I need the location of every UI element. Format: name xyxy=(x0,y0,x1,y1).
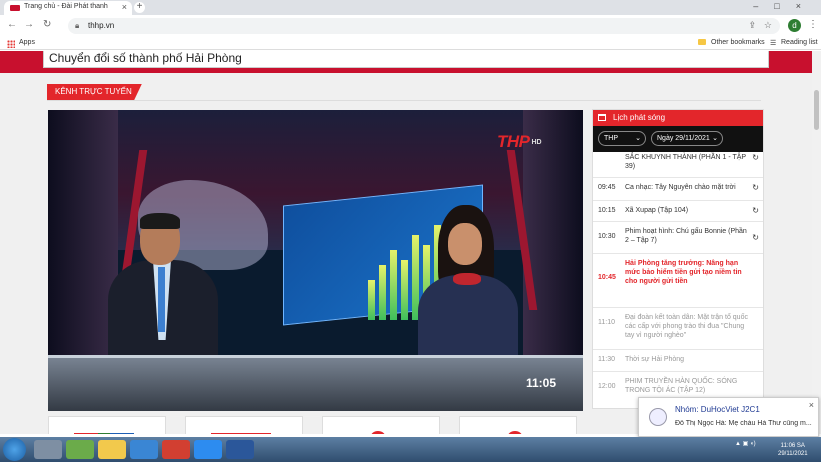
chat-notification[interactable]: Nhóm: DuHocViet J2C1 Đỗ Thị Ngọc Hà: Mẹ … xyxy=(638,397,819,437)
other-bookmarks[interactable]: Other bookmarks xyxy=(711,39,765,46)
reading-list[interactable]: Reading list xyxy=(781,39,818,46)
system-tray[interactable]: ▲ ▣ ◖) xyxy=(735,440,756,447)
header-text[interactable]: Chuyển đổi số thành phố Hải Phòng xyxy=(49,51,242,65)
internet-explorer-icon[interactable] xyxy=(130,440,158,459)
browser-tab[interactable]: Trang chủ - Đài Phát thanh × xyxy=(4,1,132,15)
broadcast-schedule: Lịch phát sóng THP ⌄ Ngày 29/11/2021 ⌄ S… xyxy=(592,109,764,409)
channel-select-value: THP xyxy=(604,135,618,142)
start-button[interactable] xyxy=(3,438,26,461)
word-icon[interactable] xyxy=(226,440,254,459)
file-explorer-icon[interactable] xyxy=(98,440,126,459)
channel-select[interactable]: THP ⌄ xyxy=(598,131,646,146)
schedule-row[interactable]: 10:45 Hải Phòng tăng trưởng: Nâng hạn mức… xyxy=(593,254,763,308)
schedule-row[interactable]: SẮC KHUYNH THÀNH (PHẦN 1 - TẬP 39) ↻ xyxy=(593,152,763,178)
schedule-row[interactable]: 10:15 Xã Xupap (Tập 104) ↻ xyxy=(593,201,763,222)
system-clock[interactable]: 11:06 SA 29/11/2021 xyxy=(778,442,808,458)
date-select-value: Ngày 29/11/2021 xyxy=(657,135,710,142)
channel-logo: THP HD xyxy=(497,132,542,152)
replay-icon[interactable]: ↻ xyxy=(752,233,759,242)
browser-toolbar: ← → ↻ 🔒︎ thhp.vn ⇪ ☆ d ⋮ xyxy=(0,15,821,37)
group-avatar xyxy=(649,408,667,426)
studio-desk-edge xyxy=(48,355,583,358)
chevron-down-icon: ⌄ xyxy=(635,135,641,142)
scrollbar-thumb[interactable] xyxy=(814,90,819,130)
site-favicon-icon xyxy=(10,5,20,11)
channel-thumbnail[interactable] xyxy=(459,416,577,434)
forward-icon[interactable]: → xyxy=(24,19,34,30)
bookmarks-bar: Apps Other bookmarks ☰ Reading list xyxy=(0,37,821,50)
schedule-title: Lịch phát sóng xyxy=(613,113,666,122)
schedule-row[interactable]: 11:10 Đại đoàn kết toàn dân: Mặt trận tổ … xyxy=(593,308,763,350)
schedule-time: 10:30 xyxy=(598,233,616,240)
host-figure xyxy=(418,205,518,365)
chrome-icon[interactable] xyxy=(162,440,190,459)
section-title: KÊNH TRỰC TUYẾN xyxy=(47,84,142,100)
folder-icon xyxy=(698,39,706,46)
schedule-program: SẮC KHUYNH THÀNH (PHẦN 1 - TẬP 39) xyxy=(625,154,746,170)
share-icon[interactable]: ⇪ xyxy=(748,20,756,31)
guest-figure xyxy=(108,213,218,360)
window-controls[interactable]: –□× xyxy=(753,1,817,11)
windows-taskbar: ▲ ▣ ◖) 11:06 SA 29/11/2021 xyxy=(0,437,821,462)
app-icon[interactable] xyxy=(66,440,94,459)
chevron-down-icon: ⌄ xyxy=(712,135,718,142)
calendar-icon xyxy=(598,114,606,121)
schedule-program: Hải Phòng tăng trưởng: Nâng hạn mức bảo … xyxy=(625,260,742,285)
system-date: 29/11/2021 xyxy=(778,451,808,457)
schedule-row[interactable]: 11:30 Thời sự Hải Phòng xyxy=(593,350,763,372)
apps-grid-icon[interactable] xyxy=(7,40,15,48)
logo-text: THP xyxy=(497,132,530,151)
notification-body: Đỗ Thị Ngọc Hà: Mẹ cháu Hà Thư cũng m... xyxy=(675,420,812,427)
schedule-header: Lịch phát sóng xyxy=(593,110,763,126)
schedule-program: Đại đoàn kết toàn dân: Mặt trận tổ quốc … xyxy=(625,314,748,339)
new-tab-button[interactable]: + xyxy=(134,2,145,13)
schedule-time: 11:10 xyxy=(598,319,615,326)
reload-icon[interactable]: ↻ xyxy=(43,19,51,30)
address-bar[interactable]: 🔒︎ thhp.vn ⇪ ☆ xyxy=(68,18,780,34)
notification-title: Nhóm: DuHocViet J2C1 xyxy=(675,405,760,414)
tab-title: Trang chủ - Đài Phát thanh xyxy=(24,3,108,10)
schedule-program: Ca nhạc: Tây Nguyên chào mặt trời xyxy=(625,184,736,191)
system-time: 11:06 SA xyxy=(780,443,805,449)
logo-hd: HD xyxy=(531,139,542,146)
channel-thumbnail[interactable] xyxy=(48,416,166,434)
header-box: Chuyển đổi số thành phố Hải Phòng xyxy=(43,51,769,68)
date-select[interactable]: Ngày 29/11/2021 ⌄ xyxy=(651,131,723,146)
schedule-time: 11:30 xyxy=(598,356,615,363)
zalo-icon[interactable] xyxy=(194,440,222,459)
video-clock: 11:05 xyxy=(526,376,557,390)
studio-desk xyxy=(48,355,583,411)
schedule-program: PHIM TRUYỀN HÀN QUỐC: SÓNG TRONG TỘI ÁC … xyxy=(625,378,738,394)
schedule-program: Xã Xupap (Tập 104) xyxy=(625,207,689,214)
menu-icon[interactable]: ⋮ xyxy=(808,19,818,30)
star-icon[interactable]: ☆ xyxy=(764,20,772,31)
apps-bookmark[interactable]: Apps xyxy=(19,39,35,46)
schedule-time: 09:45 xyxy=(598,184,616,191)
replay-icon[interactable]: ↻ xyxy=(752,183,759,192)
back-icon[interactable]: ← xyxy=(7,19,17,30)
web-page: Chuyển đổi số thành phố Hải Phòng KÊNH T… xyxy=(0,51,812,434)
schedule-program: Phim hoạt hình: Chú gấu Bonnie (Phần 2 –… xyxy=(625,228,747,244)
live-video-player[interactable]: THP HD 11:05 xyxy=(48,110,583,411)
replay-icon[interactable]: ↻ xyxy=(752,206,759,215)
lock-icon[interactable]: 🔒︎ xyxy=(75,21,79,31)
schedule-time: 10:45 xyxy=(598,274,616,281)
schedule-row[interactable]: 10:30 Phim hoạt hình: Chú gấu Bonnie (Phầ… xyxy=(593,222,763,254)
profile-avatar[interactable]: d xyxy=(788,19,801,32)
schedule-time: 12:00 xyxy=(598,383,616,390)
replay-icon[interactable]: ↻ xyxy=(752,153,759,162)
schedule-row[interactable]: 09:45 Ca nhạc: Tây Nguyên chào mặt trời ↻ xyxy=(593,178,763,201)
schedule-filters: THP ⌄ Ngày 29/11/2021 ⌄ xyxy=(593,126,763,152)
url-text: thhp.vn xyxy=(88,21,115,30)
channel-thumbnail[interactable] xyxy=(322,416,440,434)
tab-strip: Trang chủ - Đài Phát thanh × + –□× xyxy=(0,0,821,15)
close-icon[interactable]: × xyxy=(809,400,814,410)
section-divider xyxy=(47,100,761,101)
reading-list-icon: ☰ xyxy=(770,40,777,47)
media-player-icon[interactable] xyxy=(34,440,62,459)
schedule-time: 10:15 xyxy=(598,207,616,214)
channel-thumbnail[interactable] xyxy=(185,416,303,434)
schedule-program: Thời sự Hải Phòng xyxy=(625,356,685,363)
close-tab-icon[interactable]: × xyxy=(122,2,127,12)
